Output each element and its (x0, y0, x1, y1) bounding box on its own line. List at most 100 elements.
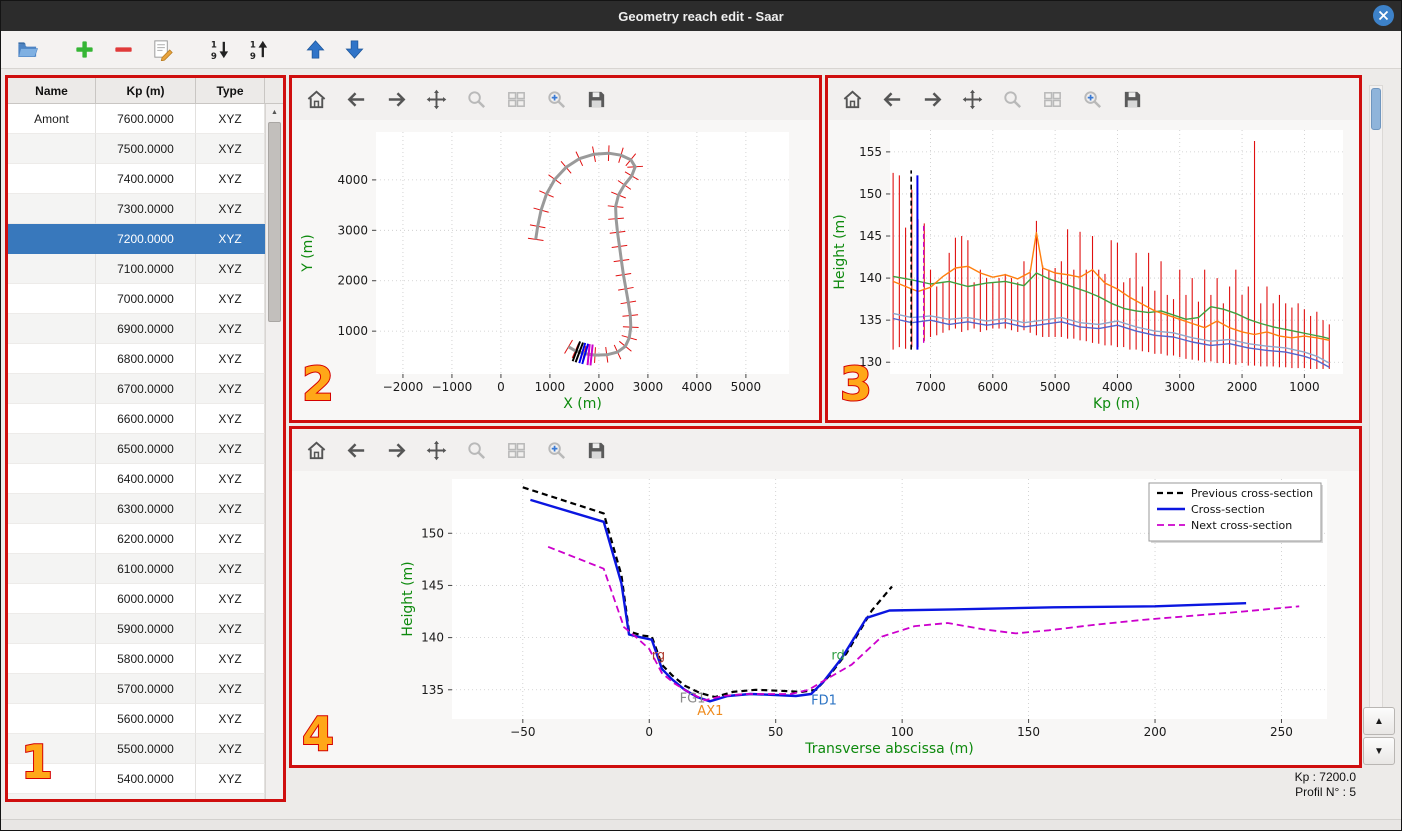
table-row[interactable]: 6000.0000 XYZ (8, 584, 265, 614)
table-row[interactable]: 6900.0000 XYZ (8, 314, 265, 344)
zoom-button[interactable] (465, 439, 488, 462)
pan-button[interactable] (425, 88, 448, 111)
svg-text:Previous cross-section: Previous cross-section (1191, 487, 1313, 500)
forward-button[interactable] (385, 439, 408, 462)
table-cell (8, 284, 96, 314)
back-arrow-icon (883, 91, 901, 107)
add-profile-button[interactable] (70, 36, 98, 64)
column-header-type[interactable]: Type (196, 78, 265, 103)
table-row[interactable]: 6200.0000 XYZ (8, 524, 265, 554)
table-row[interactable]: 5500.0000 XYZ (8, 734, 265, 764)
column-header-kp[interactable]: Kp (m) (96, 78, 196, 103)
table-row[interactable]: 5600.0000 XYZ (8, 704, 265, 734)
table-cell: 6000.0000 (96, 584, 196, 614)
sort-descending-button[interactable]: 1 9 (205, 36, 233, 64)
table-cell: Amont (8, 104, 96, 134)
plot-toolbar (292, 78, 819, 120)
svg-text:Kp (m): Kp (m) (1093, 396, 1140, 412)
table-cell (8, 194, 96, 224)
plan-view-chart[interactable]: −2000 −1000 0 1000 2000 3000 4000 5000 1000 2000 3… (292, 120, 819, 420)
cross-section-chart[interactable]: −50 0 50 100 150 200 250 135 140 145 150 Transverse… (292, 471, 1359, 765)
table-row[interactable]: 7300.0000 XYZ (8, 194, 265, 224)
forward-button[interactable] (385, 88, 408, 111)
sort-ascending-icon: 1 9 (249, 41, 267, 61)
window-scrollbar-thumb[interactable] (1371, 88, 1381, 130)
table-row[interactable]: 5400.0000 XYZ (8, 764, 265, 794)
column-header-name[interactable]: Name (8, 78, 96, 103)
table-cell: XYZ (196, 254, 265, 284)
svg-text:Height (m): Height (m) (400, 561, 416, 636)
table-cell: 7400.0000 (96, 164, 196, 194)
next-profile-button[interactable]: ▼ (1363, 737, 1395, 765)
table-cell (8, 764, 96, 794)
open-geometry-button[interactable] (13, 36, 41, 64)
table-row[interactable]: 7000.0000 XYZ (8, 284, 265, 314)
configure-subplots-button[interactable] (1041, 88, 1064, 111)
customize-button[interactable] (545, 439, 568, 462)
pan-button[interactable] (425, 439, 448, 462)
zoom-button[interactable] (465, 88, 488, 111)
table-row[interactable]: 6700.0000 XYZ (8, 374, 265, 404)
table-row[interactable]: 6600.0000 XYZ (8, 404, 265, 434)
forward-button[interactable] (921, 88, 944, 111)
svg-text:155: 155 (859, 145, 882, 159)
edit-profile-button[interactable] (148, 36, 176, 64)
table-row[interactable]: 5900.0000 XYZ (8, 614, 265, 644)
customize-button[interactable] (545, 88, 568, 111)
configure-subplots-button[interactable] (505, 439, 528, 462)
table-scrollbar[interactable]: ▲ (265, 104, 283, 799)
save-icon (1124, 91, 1141, 107)
arrow-up-icon (305, 40, 325, 59)
move-profile-down-button[interactable] (340, 36, 368, 64)
table-cell: 5500.0000 (96, 734, 196, 764)
home-button[interactable] (305, 439, 328, 462)
delete-profile-button[interactable] (109, 36, 137, 64)
table-row[interactable]: 7400.0000 XYZ (8, 164, 265, 194)
save-figure-button[interactable] (1121, 88, 1144, 111)
table-row[interactable]: 6500.0000 XYZ (8, 434, 265, 464)
table-row[interactable]: 6800.0000 XYZ (8, 344, 265, 374)
svg-text:130: 130 (859, 355, 882, 369)
back-button[interactable] (345, 439, 368, 462)
configure-subplots-button[interactable] (505, 88, 528, 111)
titlebar[interactable]: Geometry reach edit - Saar (1, 1, 1401, 31)
table-row[interactable]: 6400.0000 XYZ (8, 464, 265, 494)
back-arrow-icon (347, 91, 365, 107)
table-row[interactable]: 5800.0000 XYZ (8, 644, 265, 674)
long-profile-chart[interactable]: 7000 6000 5000 4000 3000 2000 1000 130 135 140 145… (828, 120, 1359, 420)
customize-button[interactable] (1081, 88, 1104, 111)
table-row[interactable]: 5300.0000XYZ (8, 794, 265, 799)
scroll-up-icon[interactable]: ▲ (266, 104, 283, 120)
table-row[interactable]: 5700.0000 XYZ (8, 674, 265, 704)
zoom-button[interactable] (1001, 88, 1024, 111)
svg-text:4000: 4000 (337, 173, 368, 187)
svg-text:1000: 1000 (1289, 380, 1320, 394)
sort-ascending-button[interactable]: 1 9 (244, 36, 272, 64)
svg-text:4000: 4000 (1102, 380, 1133, 394)
back-button[interactable] (345, 88, 368, 111)
table-cell (8, 434, 96, 464)
svg-text:Cross-section: Cross-section (1191, 503, 1265, 516)
profile-table-body[interactable]: Amont 7600.0000 XYZ 7500.0000 XYZ 7400.0000 XY… (8, 104, 265, 799)
svg-text:7000: 7000 (915, 380, 946, 394)
window-scrollbar[interactable] (1369, 85, 1383, 713)
home-button[interactable] (841, 88, 864, 111)
svg-text:−1000: −1000 (432, 380, 473, 394)
close-button[interactable] (1373, 5, 1394, 26)
move-profile-up-button[interactable] (301, 36, 329, 64)
back-button[interactable] (881, 88, 904, 111)
svg-text:−2000: −2000 (383, 380, 424, 394)
table-row[interactable]: Amont 7600.0000 XYZ (8, 104, 265, 134)
previous-profile-button[interactable]: ▲ (1363, 707, 1395, 735)
home-button[interactable] (305, 88, 328, 111)
table-row[interactable]: 6100.0000 XYZ (8, 554, 265, 584)
save-figure-button[interactable] (585, 88, 608, 111)
table-row[interactable]: 7100.0000 XYZ (8, 254, 265, 284)
table-row[interactable]: 7200.0000 XYZ (8, 224, 265, 254)
table-row[interactable]: 6300.0000 XYZ (8, 494, 265, 524)
pan-button[interactable] (961, 88, 984, 111)
svg-text:140: 140 (859, 271, 882, 285)
table-row[interactable]: 7500.0000 XYZ (8, 134, 265, 164)
table-scrollbar-thumb[interactable] (268, 122, 281, 322)
save-figure-button[interactable] (585, 439, 608, 462)
